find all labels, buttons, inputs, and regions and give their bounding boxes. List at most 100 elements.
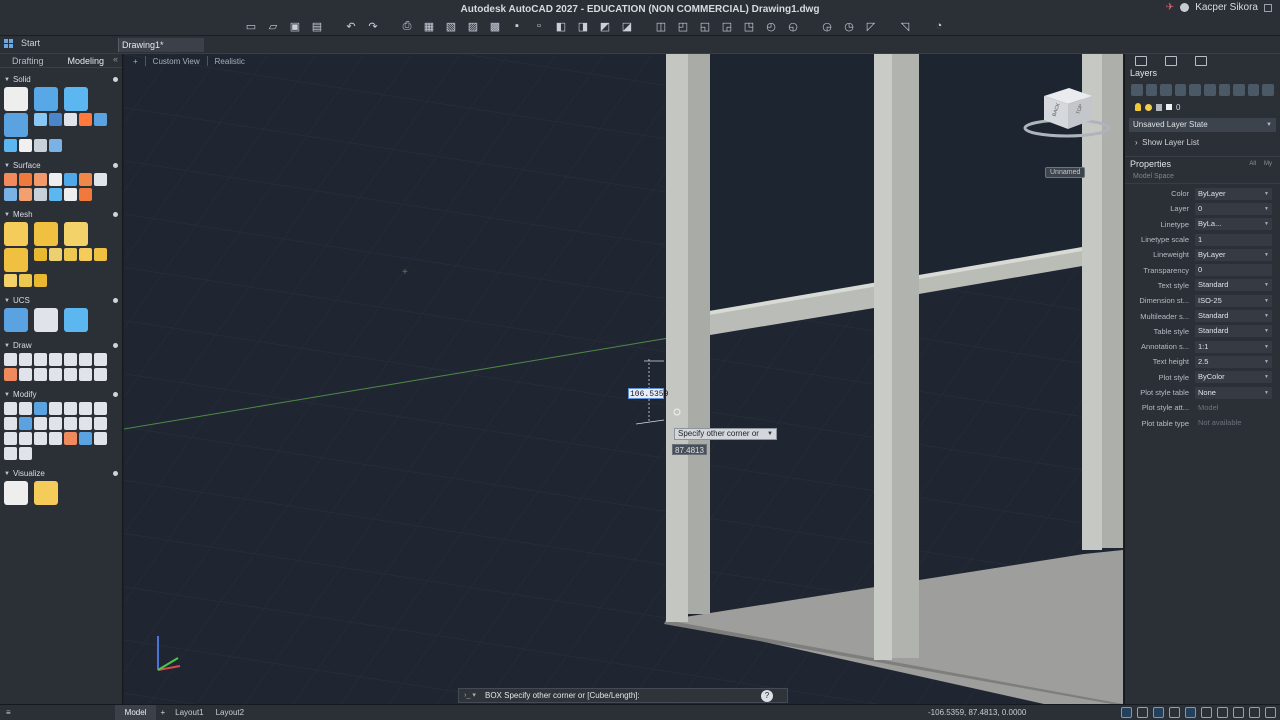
surface-tool-icon[interactable] bbox=[19, 188, 32, 201]
draw-tool-icon[interactable] bbox=[49, 368, 62, 381]
mesh-tool-icon[interactable] bbox=[34, 248, 47, 261]
modify-tool-icon[interactable] bbox=[4, 402, 17, 415]
extract-icon[interactable]: ◴ bbox=[760, 18, 782, 34]
ucs-tool-icon[interactable] bbox=[34, 308, 58, 332]
surface-tool-icon[interactable] bbox=[19, 173, 32, 186]
mesh-tool-icon[interactable] bbox=[94, 248, 107, 261]
property-value[interactable]: ByLa... ▼ bbox=[1195, 218, 1272, 231]
properties-icon[interactable] bbox=[1195, 56, 1207, 66]
annotation-scale-icon[interactable] bbox=[1233, 707, 1244, 718]
modify-tool-icon[interactable] bbox=[34, 432, 47, 445]
solid-tool-icon[interactable] bbox=[64, 113, 77, 126]
viewcube-icon[interactable]: ◵ bbox=[782, 18, 804, 34]
collapse-arrow-icon[interactable]: ▼ bbox=[4, 471, 10, 477]
draw-tool-icon[interactable] bbox=[64, 353, 77, 366]
block-icon[interactable]: ▫ bbox=[528, 18, 550, 34]
surface-tool-icon[interactable] bbox=[64, 173, 77, 186]
solid-tool-icon[interactable] bbox=[64, 87, 88, 111]
tab-model[interactable]: Model bbox=[114, 704, 157, 720]
solid-tool-icon[interactable] bbox=[4, 139, 17, 152]
draw-tool-icon[interactable] bbox=[4, 368, 17, 381]
ucs-name-badge[interactable]: Unnamed bbox=[1045, 167, 1086, 178]
collapse-arrow-icon[interactable]: ▼ bbox=[4, 392, 10, 398]
dropdown-arrow-icon[interactable]: ▼ bbox=[767, 428, 773, 440]
property-value[interactable]: Standard ▼ bbox=[1195, 310, 1272, 323]
section-settings-icon[interactable] bbox=[113, 392, 118, 397]
modify-tool-icon[interactable] bbox=[64, 417, 77, 430]
solid-tool-icon[interactable] bbox=[34, 113, 47, 126]
surface-tool-icon[interactable] bbox=[34, 173, 47, 186]
search-icon[interactable]: ◔ bbox=[928, 18, 950, 34]
send-icon[interactable]: ◶ bbox=[816, 18, 838, 34]
view-icon[interactable]: ◨ bbox=[572, 18, 594, 34]
layer-lock-icon[interactable] bbox=[1156, 103, 1162, 111]
ucs-tool-icon[interactable] bbox=[64, 308, 88, 332]
show-layer-list[interactable]: › Show Layer List bbox=[1125, 136, 1280, 150]
mesh-tool-icon[interactable] bbox=[19, 274, 32, 287]
help-icon[interactable]: ? bbox=[761, 689, 773, 702]
draw-tool-icon[interactable] bbox=[34, 353, 47, 366]
share-icon[interactable]: ✈ bbox=[1166, 2, 1174, 13]
current-layer[interactable]: 0 bbox=[1125, 100, 1280, 114]
snap-toggle-icon[interactable] bbox=[1137, 707, 1148, 718]
open-icon[interactable]: ▱ bbox=[262, 18, 284, 34]
layer-tool-icon[interactable] bbox=[1174, 84, 1187, 96]
modify-tool-icon[interactable] bbox=[34, 417, 47, 430]
surface-tool-icon[interactable] bbox=[94, 173, 107, 186]
section-settings-icon[interactable] bbox=[113, 77, 118, 82]
modify-tool-icon[interactable] bbox=[49, 432, 62, 445]
draw-tool-icon[interactable] bbox=[94, 368, 107, 381]
print-preview-icon[interactable]: ▦ bbox=[418, 18, 440, 34]
modify-tool-icon[interactable] bbox=[49, 417, 62, 430]
viewport-menu[interactable]: + bbox=[130, 57, 141, 66]
ucs-tool-icon[interactable] bbox=[4, 308, 28, 332]
solid-tool-icon[interactable] bbox=[34, 87, 58, 111]
surface-tool-icon[interactable] bbox=[49, 173, 62, 186]
view-control[interactable]: Custom View bbox=[150, 57, 203, 66]
publish-icon[interactable]: ▧ bbox=[440, 18, 462, 34]
modify-tool-icon[interactable] bbox=[64, 402, 77, 415]
property-value[interactable]: 2.5 ▼ bbox=[1195, 355, 1272, 368]
customize-icon[interactable] bbox=[1265, 707, 1276, 718]
tab-start[interactable]: Start bbox=[4, 38, 40, 48]
pan-icon[interactable]: ◪ bbox=[616, 18, 638, 34]
modify-tool-icon[interactable] bbox=[49, 402, 62, 415]
share-icon[interactable]: ▨ bbox=[462, 18, 484, 34]
properties-icon[interactable]: ◱ bbox=[694, 18, 716, 34]
draw-tool-icon[interactable] bbox=[79, 353, 92, 366]
property-value[interactable]: ByColor ▼ bbox=[1195, 371, 1272, 384]
refresh-icon[interactable]: ◲ bbox=[716, 18, 738, 34]
palette-section-ucs[interactable]: ▼ UCS bbox=[0, 295, 122, 306]
layer-tool-icon[interactable] bbox=[1145, 84, 1158, 96]
mesh-tool-icon[interactable] bbox=[4, 222, 28, 246]
layer-tool-icon[interactable] bbox=[1160, 84, 1172, 96]
command-line[interactable]: ›_ ▾ BOX Specify other corner or [Cube/L… bbox=[458, 688, 788, 703]
modify-tool-icon[interactable] bbox=[4, 417, 17, 430]
collapse-arrow-icon[interactable]: ▼ bbox=[4, 163, 10, 169]
add-layout-icon[interactable]: + bbox=[156, 708, 169, 717]
layer-tool-icon[interactable] bbox=[1189, 84, 1201, 96]
property-value[interactable]: ByLayer ▼ bbox=[1195, 187, 1272, 200]
tab-all[interactable]: All bbox=[1249, 161, 1256, 167]
layer-tool-icon[interactable] bbox=[1218, 84, 1231, 96]
visualize-tool-icon[interactable] bbox=[34, 481, 58, 505]
solid-tool-icon[interactable] bbox=[4, 113, 28, 137]
palette-section-draw[interactable]: ▼ Draw bbox=[0, 340, 122, 351]
review-icon[interactable]: ◸ bbox=[860, 18, 882, 34]
modify-tool-icon[interactable] bbox=[64, 432, 77, 445]
new-icon[interactable]: ▭ bbox=[240, 18, 262, 34]
property-value[interactable]: Standard ▼ bbox=[1195, 325, 1272, 338]
layers-icon[interactable] bbox=[1135, 56, 1147, 66]
tab-drawing1[interactable]: Drawing1* bbox=[118, 38, 204, 52]
dynamic-prompt[interactable]: Specify other corner or ▼ bbox=[674, 428, 777, 440]
property-value[interactable]: None ▼ bbox=[1195, 386, 1272, 399]
modify-tool-icon[interactable] bbox=[19, 432, 32, 445]
tab-my[interactable]: My bbox=[1264, 161, 1272, 167]
table-icon[interactable]: ◳ bbox=[738, 18, 760, 34]
surface-tool-icon[interactable] bbox=[79, 188, 92, 201]
layer-thaw-icon[interactable] bbox=[1145, 103, 1152, 111]
mesh-tool-icon[interactable] bbox=[34, 274, 47, 287]
surface-tool-icon[interactable] bbox=[4, 173, 17, 186]
lineweight-toggle-icon[interactable] bbox=[1217, 707, 1228, 718]
markup-icon[interactable]: ◷ bbox=[838, 18, 860, 34]
